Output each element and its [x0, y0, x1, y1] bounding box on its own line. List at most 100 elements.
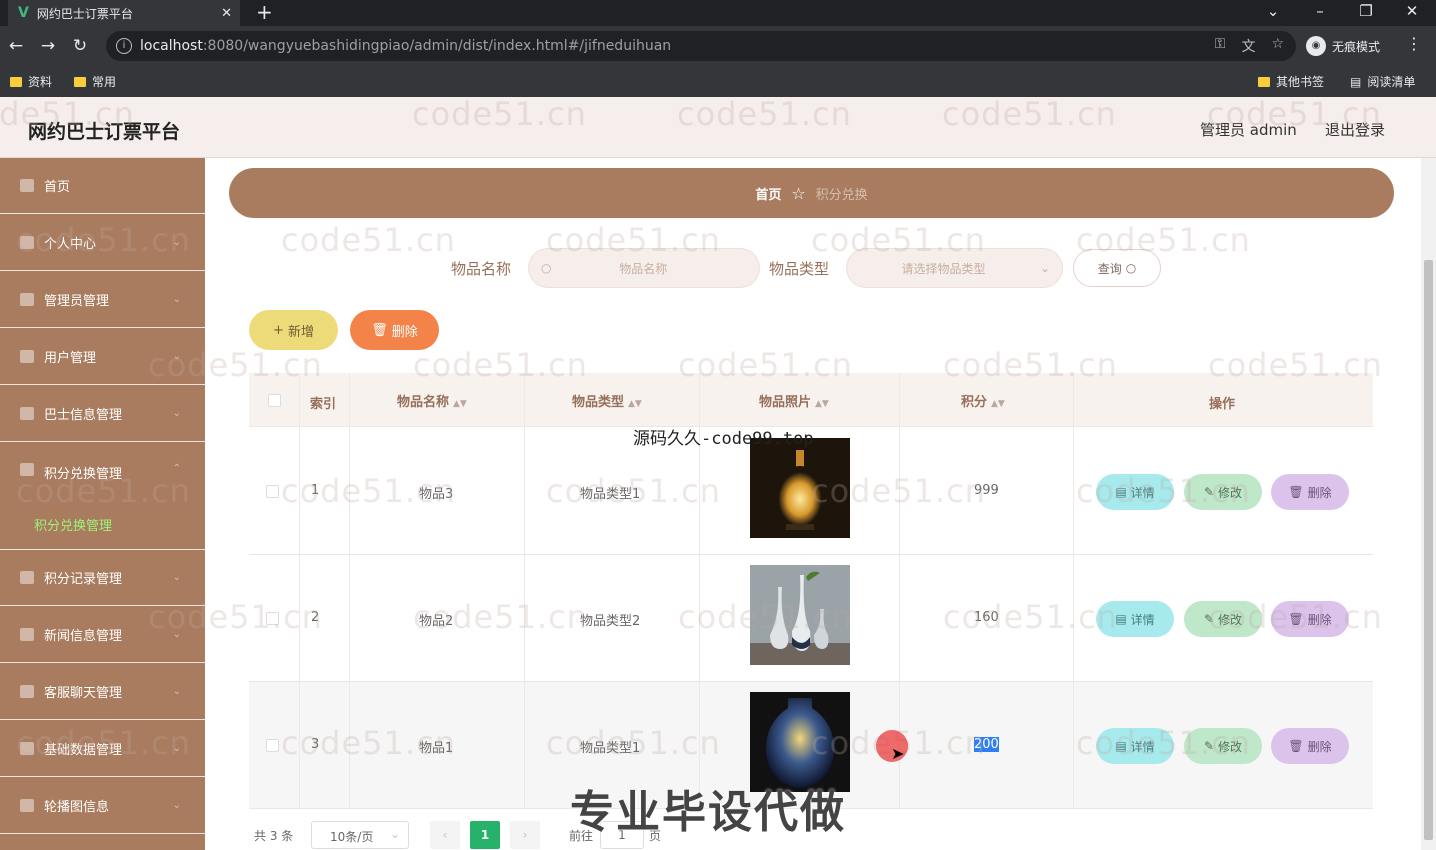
sidebar-item-points-log[interactable]: 积分记录管理 ⌄	[0, 550, 205, 606]
edit-icon: ✎	[1203, 485, 1215, 499]
col-name-label: 物品名称	[397, 395, 450, 410]
sort-icon[interactable]: ▲▼	[991, 399, 1005, 409]
sort-icon[interactable]: ▲▼	[815, 399, 829, 409]
table-row: 2 物品2 物品类型2 160 ▤ 详情 ✎ 修改 🗑 删除	[249, 555, 1373, 682]
sidebar-item-personal[interactable]: 个人中心 ⌄	[0, 215, 205, 271]
add-label: 新增	[287, 324, 314, 340]
col-points[interactable]: 积分 ▲▼	[961, 391, 1005, 410]
vue-favicon-icon: V	[18, 5, 29, 21]
other-bookmarks[interactable]: 其他书签	[1258, 73, 1324, 90]
sidebar-item-home[interactable]: 首页	[0, 158, 205, 214]
tab-close-icon[interactable]: ✕	[221, 6, 232, 21]
reload-icon[interactable]: ↻	[64, 36, 96, 56]
detail-label: 详情	[1130, 739, 1155, 754]
row-checkbox[interactable]	[266, 739, 279, 752]
row-checkbox[interactable]	[266, 612, 279, 625]
item-photo-lamp	[750, 438, 850, 538]
promo-text-bottom: 专业毕设代做	[570, 787, 846, 838]
address-bar: ← → ↻ i localhost :8080/wangyuebashiding…	[0, 26, 1436, 66]
col-name[interactable]: 物品名称 ▲▼	[397, 391, 467, 410]
delete-button[interactable]: 🗑 删除	[1271, 728, 1349, 764]
edit-button[interactable]: ✎ 修改	[1184, 601, 1262, 637]
select-all-checkbox[interactable]	[268, 394, 281, 407]
next-page-button[interactable]: ›	[510, 821, 540, 849]
minimize-icon[interactable]: –	[1305, 0, 1335, 26]
url-input[interactable]: i localhost :8080/wangyuebashidingpiao/a…	[106, 31, 1296, 61]
detail-button[interactable]: ▤ 详情	[1096, 474, 1174, 510]
tab-search-icon[interactable]: ⌄	[1258, 0, 1288, 26]
sidebar-item-chat[interactable]: 客服聊天管理 ⌄	[0, 664, 205, 720]
new-tab-icon[interactable]: +	[256, 0, 273, 26]
restore-icon[interactable]: ❐	[1351, 0, 1381, 26]
search-icon: ○	[541, 261, 552, 275]
sidebar-item-carousel[interactable]: 轮播图信息 ⌄	[0, 778, 205, 834]
sidebar-item-label: 基础数据管理	[44, 743, 123, 758]
vertical-scrollbar[interactable]	[1421, 158, 1436, 850]
site-info-icon[interactable]: i	[116, 38, 132, 54]
browser-tab[interactable]: V 网约巴士订票平台 ✕	[8, 0, 240, 26]
edit-button[interactable]: ✎ 修改	[1184, 474, 1262, 510]
sidebar-item-base-data[interactable]: 基础数据管理 ⌄	[0, 721, 205, 777]
sidebar-item-news[interactable]: 新闻信息管理 ⌄	[0, 607, 205, 663]
translate-icon[interactable]: 文	[1241, 36, 1255, 56]
bookmark-star-icon[interactable]: ☆	[1271, 36, 1284, 56]
delete-button[interactable]: 🗑 删除	[1271, 601, 1349, 637]
key-icon[interactable]: ⚿	[1215, 36, 1226, 56]
page-number-current[interactable]: 1	[470, 821, 500, 849]
sidebar-item-label: 个人中心	[44, 237, 97, 252]
gift-icon	[20, 463, 34, 476]
sidebar: 首页 个人中心 ⌄ 管理员管理 ⌄ 用户管理 ⌄ 巴士信息管理 ⌄ 积分兑换管理 ⌃ 积分…	[0, 158, 205, 850]
col-type[interactable]: 物品类型 ▲▼	[572, 391, 642, 410]
home-icon	[20, 179, 34, 192]
sidebar-item-admins[interactable]: 管理员管理 ⌄	[0, 272, 205, 328]
row-checkbox[interactable]	[266, 485, 279, 498]
browser-menu-icon[interactable]: ⋮	[1406, 34, 1422, 53]
tab-title: 网约巴士订票平台	[36, 6, 133, 21]
batch-delete-button[interactable]: 🗑 删除	[350, 310, 439, 350]
add-button[interactable]: + 新增	[249, 310, 338, 350]
table-header: 索引 物品名称 ▲▼ 物品类型 ▲▼ 物品照片 ▲▼ 积分 ▲▼ 操作	[249, 373, 1373, 427]
sidebar-subitem-exchange[interactable]: 积分兑换管理	[34, 515, 112, 534]
breadcrumb-current: 积分兑换	[815, 187, 868, 203]
back-icon[interactable]: ←	[0, 36, 32, 56]
sidebar-item-users[interactable]: 用户管理 ⌄	[0, 329, 205, 385]
window-close-icon[interactable]: ✕	[1397, 0, 1427, 26]
logout-link[interactable]: 退出登录	[1325, 119, 1385, 140]
edit-button[interactable]: ✎ 修改	[1184, 728, 1262, 764]
reading-list-label: 阅读清单	[1367, 75, 1416, 89]
sort-icon[interactable]: ▲▼	[453, 399, 467, 409]
bookmark-folder[interactable]: 常用	[74, 73, 116, 90]
sidebar-item-label: 新闻信息管理	[44, 629, 123, 644]
sidebar-item-bus[interactable]: 巴士信息管理 ⌄	[0, 386, 205, 442]
folder-icon	[74, 76, 86, 87]
sidebar-item-label: 轮播图信息	[44, 800, 110, 815]
detail-button[interactable]: ▤ 详情	[1096, 728, 1174, 764]
breadcrumb-home[interactable]: 首页	[755, 184, 781, 203]
delete-label: 删除	[1307, 612, 1332, 627]
other-bookmarks-label: 其他书签	[1276, 75, 1325, 89]
column-divider	[349, 373, 350, 808]
page-size-select[interactable]: 10条/页 ⌄	[311, 821, 409, 849]
type-select[interactable]: 请选择物品类型 ⌄	[846, 248, 1063, 288]
sort-icon[interactable]: ▲▼	[628, 399, 642, 409]
query-button[interactable]: 查询 ○	[1073, 249, 1161, 287]
reading-list[interactable]: ▤ 阅读清单	[1350, 73, 1415, 90]
delete-button[interactable]: 🗑 删除	[1271, 474, 1349, 510]
cell-type: 物品类型2	[580, 614, 641, 629]
document-icon: ▤	[1115, 485, 1127, 499]
scrollbar-thumb[interactable]	[1424, 260, 1433, 840]
chevron-down-icon: ⌄	[172, 629, 181, 640]
folder-icon	[10, 76, 22, 87]
admin-user[interactable]: 管理员 admin	[1200, 119, 1297, 140]
col-type-label: 物品类型	[572, 395, 625, 410]
name-search-input[interactable]: ○ 物品名称	[528, 248, 760, 288]
chevron-down-icon: ⌄	[172, 686, 181, 697]
sidebar-item-label: 管理员管理	[44, 294, 110, 309]
cell-points: 160	[974, 610, 999, 625]
incognito-badge[interactable]: ◉ 无痕模式	[1306, 32, 1380, 60]
forward-icon[interactable]: →	[32, 36, 64, 56]
col-photo[interactable]: 物品照片 ▲▼	[759, 391, 829, 410]
bookmark-folder[interactable]: 资料	[10, 73, 52, 90]
detail-button[interactable]: ▤ 详情	[1096, 601, 1174, 637]
prev-page-button[interactable]: ‹	[430, 821, 460, 849]
